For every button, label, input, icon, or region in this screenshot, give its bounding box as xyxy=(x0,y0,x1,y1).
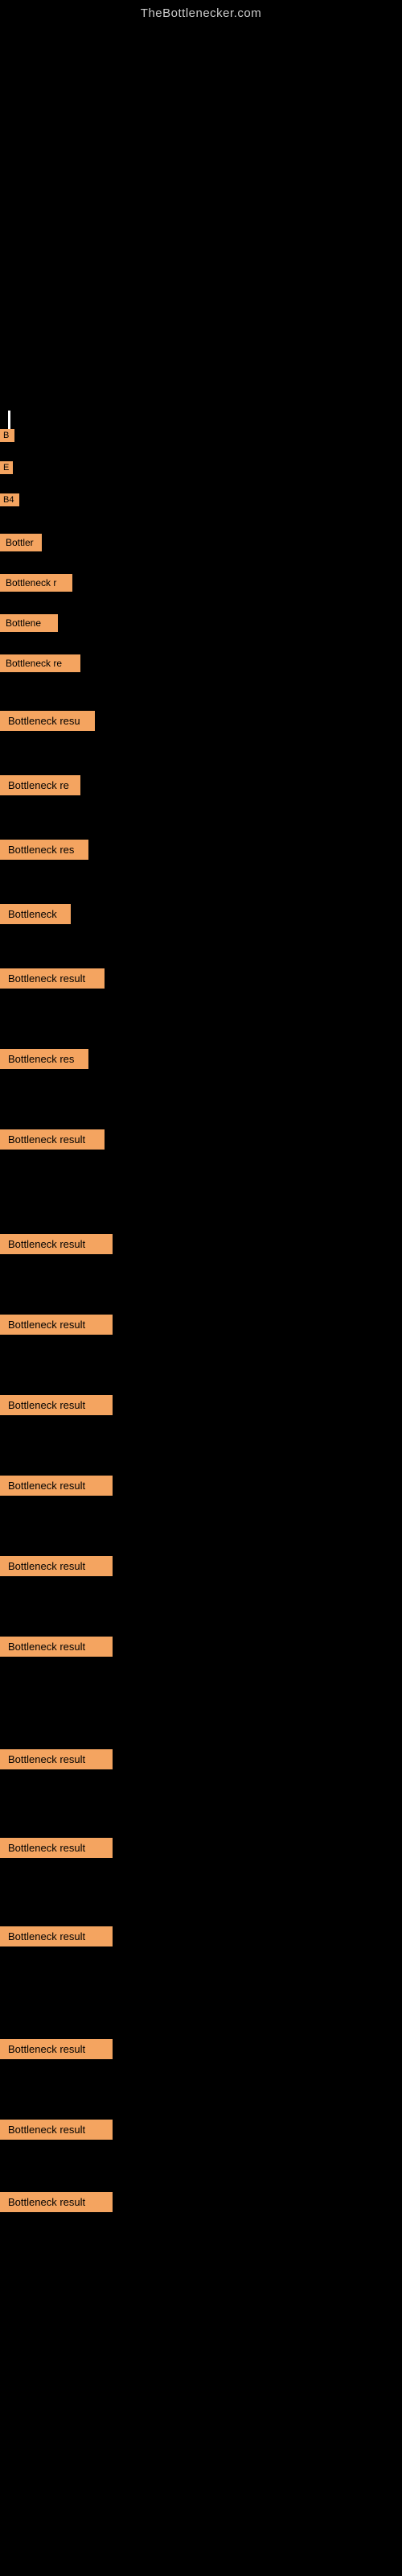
result-badge[interactable]: E xyxy=(0,461,13,474)
result-row: Bottleneck re xyxy=(0,652,80,675)
top-area xyxy=(0,23,402,410)
result-badge[interactable]: Bottleneck res xyxy=(0,840,88,860)
result-row: Bottleneck re xyxy=(0,773,80,798)
result-row: Bottleneck r xyxy=(0,572,72,594)
result-row: B xyxy=(0,427,14,444)
result-badge[interactable]: Bottleneck result xyxy=(0,1315,113,1335)
result-badge[interactable]: Bottleneck resu xyxy=(0,711,95,731)
result-badge[interactable]: Bottlene xyxy=(0,614,58,632)
result-badge[interactable]: Bottleneck result xyxy=(0,968,105,989)
result-row: Bottler xyxy=(0,531,42,554)
result-row: Bottleneck result xyxy=(0,1473,113,1498)
result-badge[interactable]: Bottleneck result xyxy=(0,1637,113,1657)
result-row: Bottleneck result xyxy=(0,966,105,991)
result-row: Bottleneck result xyxy=(0,2190,113,2215)
result-row: Bottleneck result xyxy=(0,2117,113,2142)
result-row: Bottleneck result xyxy=(0,1393,113,1418)
result-badge[interactable]: Bottleneck result xyxy=(0,1129,105,1150)
result-row: Bottleneck result xyxy=(0,2037,113,2062)
result-row: Bottleneck result xyxy=(0,1127,105,1152)
result-badge[interactable]: Bottleneck result xyxy=(0,1926,113,1946)
result-badge[interactable]: Bottleneck result xyxy=(0,1395,113,1415)
result-badge[interactable]: Bottleneck result xyxy=(0,1234,113,1254)
result-row: Bottleneck result xyxy=(0,1232,113,1257)
results-container xyxy=(0,410,402,426)
result-row: Bottleneck xyxy=(0,902,71,927)
result-badge[interactable]: Bottleneck result xyxy=(0,1556,113,1576)
result-badge[interactable]: Bottleneck result xyxy=(0,1749,113,1769)
result-badge[interactable]: Bottleneck result xyxy=(0,2192,113,2212)
result-badge[interactable]: Bottleneck r xyxy=(0,574,72,592)
result-row: Bottleneck res xyxy=(0,837,88,862)
result-row: Bottleneck result xyxy=(0,1634,113,1659)
result-row: Bottleneck res xyxy=(0,1046,88,1071)
result-row: B4 xyxy=(0,491,19,509)
result-row: Bottleneck result xyxy=(0,1554,113,1579)
result-badge[interactable]: Bottleneck re xyxy=(0,654,80,672)
result-badge[interactable]: Bottleneck res xyxy=(0,1049,88,1069)
result-badge[interactable]: Bottleneck result xyxy=(0,2120,113,2140)
result-badge[interactable]: Bottleneck result xyxy=(0,2039,113,2059)
result-row: Bottleneck result xyxy=(0,1747,113,1772)
result-badge[interactable]: B4 xyxy=(0,493,19,506)
result-badge[interactable]: Bottler xyxy=(0,534,42,551)
site-title: TheBottlenecker.com xyxy=(0,0,402,23)
site-title-text: TheBottlenecker.com xyxy=(0,0,402,23)
result-row: Bottleneck result xyxy=(0,1312,113,1337)
result-badge[interactable]: Bottleneck result xyxy=(0,1476,113,1496)
result-row: Bottleneck resu xyxy=(0,708,95,733)
result-badge[interactable]: Bottleneck xyxy=(0,904,71,924)
result-row: Bottleneck result xyxy=(0,1924,113,1949)
result-badge[interactable]: B xyxy=(0,429,14,442)
result-row: E xyxy=(0,459,13,477)
result-row: Bottlene xyxy=(0,612,58,634)
result-row: Bottleneck result xyxy=(0,1835,113,1860)
result-badge[interactable]: Bottleneck result xyxy=(0,1838,113,1858)
result-badge[interactable]: Bottleneck re xyxy=(0,775,80,795)
